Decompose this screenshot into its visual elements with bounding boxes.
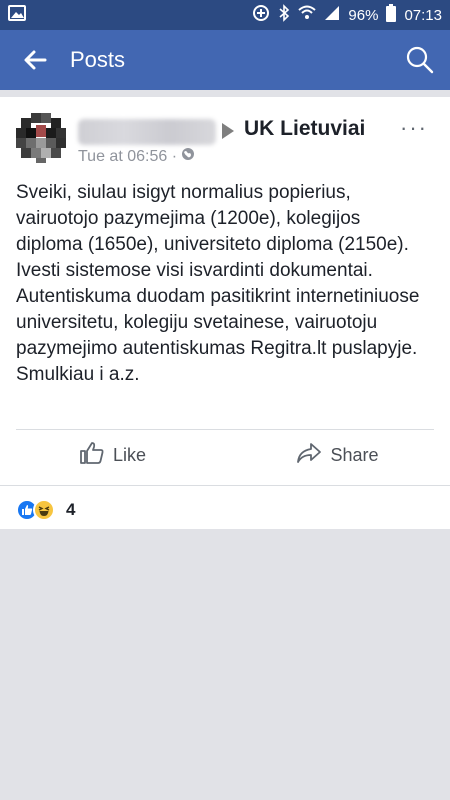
post-timestamp[interactable]: Tue at 06:56 · bbox=[78, 148, 177, 166]
reaction-count: 4 bbox=[66, 500, 76, 519]
avatar[interactable] bbox=[16, 113, 66, 163]
post-text: Sveiki, siulau isigyt normalius popieriu… bbox=[16, 182, 420, 385]
triangle-right-icon bbox=[222, 123, 234, 139]
signal-icon bbox=[324, 5, 340, 25]
status-bar: 96% 07:13 bbox=[0, 0, 450, 30]
post-header: UK Lietuviai ··· Tue at 06:56 · bbox=[16, 113, 438, 166]
battery-icon bbox=[386, 4, 397, 26]
globe-icon bbox=[181, 147, 195, 166]
battery-percent: 96% bbox=[348, 6, 379, 24]
page-title: Posts bbox=[70, 47, 126, 72]
app-bar: Posts bbox=[0, 30, 450, 90]
share-label: Share bbox=[330, 444, 379, 465]
bluetooth-icon bbox=[278, 4, 290, 26]
back-arrow-icon[interactable] bbox=[0, 30, 70, 90]
search-icon[interactable] bbox=[390, 30, 450, 90]
like-button[interactable]: Like bbox=[0, 441, 225, 470]
post-card: UK Lietuviai ··· Tue at 06:56 · Sveiki, … bbox=[0, 97, 450, 529]
group-name[interactable]: UK Lietuviai bbox=[244, 117, 365, 141]
post-meta: Tue at 06:56 · bbox=[78, 147, 195, 166]
clock: 07:13 bbox=[404, 6, 442, 24]
wifi-icon bbox=[298, 5, 317, 25]
author-name[interactable] bbox=[78, 119, 216, 145]
share-icon bbox=[296, 442, 322, 469]
reactions-summary[interactable]: 4 bbox=[16, 499, 75, 521]
haha-reaction-icon bbox=[33, 499, 55, 521]
thumbs-up-icon bbox=[79, 441, 105, 470]
data-saver-icon bbox=[252, 4, 270, 26]
share-button[interactable]: Share bbox=[225, 442, 450, 469]
like-label: Like bbox=[112, 444, 147, 465]
action-bar: Like Share bbox=[0, 430, 450, 480]
more-options-icon[interactable]: ··· bbox=[400, 115, 428, 141]
image-icon bbox=[8, 5, 26, 25]
divider bbox=[0, 485, 450, 486]
